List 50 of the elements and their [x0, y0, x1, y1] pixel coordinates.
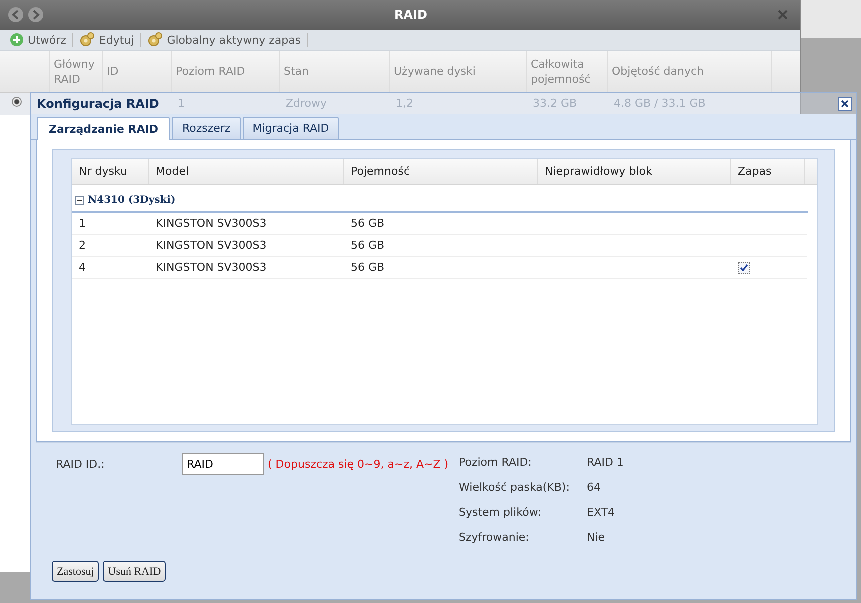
- column-header[interactable]: Pojemność: [344, 159, 538, 184]
- info-label: Poziom RAID:: [459, 456, 533, 469]
- column-header[interactable]: Nr dysku: [72, 159, 149, 184]
- table-cell-text: 56 GB: [350, 260, 386, 276]
- group-label: N4310 (3Dyski): [88, 195, 176, 206]
- collapse-icon[interactable]: [75, 196, 84, 205]
- info-label: Szyfrowanie:: [459, 531, 530, 544]
- table-cell-text: KINGSTON SV300S3: [155, 216, 268, 232]
- column-header[interactable]: Zapas: [731, 159, 805, 184]
- table-cell-text: 1: [78, 216, 87, 232]
- radio-button[interactable]: [12, 97, 22, 107]
- table-cell-text: KINGSTON SV300S3: [155, 260, 268, 276]
- tab[interactable]: Zarządzanie RAID: [37, 117, 170, 140]
- add-icon: [10, 33, 24, 47]
- table-cell-text: 1,2: [395, 96, 414, 112]
- field-label: RAID ID.:: [56, 458, 106, 470]
- input-hint: ( Dopuszcza się 0~9, a~z, A~Z ): [268, 458, 449, 470]
- table-cell-text: 56 GB: [350, 238, 386, 254]
- info-value: EXT4: [587, 506, 616, 519]
- toolbar-button[interactable]: Utwórz: [8, 33, 68, 47]
- tab[interactable]: Migracja RAID: [242, 117, 340, 139]
- back-icon[interactable]: [8, 7, 24, 23]
- info-value: 64: [587, 481, 601, 494]
- table-cell-text: Zdrowy: [285, 96, 328, 112]
- toolbar-button[interactable]: Edytuj: [77, 32, 136, 48]
- table-cell-text: 56 GB: [350, 216, 386, 232]
- column-header[interactable]: Model: [149, 159, 344, 184]
- toolbar-button[interactable]: Globalny aktywny zapas: [145, 32, 304, 48]
- table-cell-text: 4.8 GB / 33.1 GB: [613, 96, 707, 112]
- dialog-title: Konfiguracja RAID: [37, 96, 160, 110]
- window-title: RAID: [394, 8, 428, 22]
- table-cell-text: 4: [78, 260, 87, 276]
- table-cell-text: 2: [78, 238, 87, 254]
- forward-icon[interactable]: [28, 7, 44, 23]
- table-cell-text: KINGSTON SV300S3: [155, 238, 268, 254]
- close-icon[interactable]: [838, 96, 852, 110]
- gear-icon: [147, 32, 164, 48]
- column-header[interactable]: Nieprawidłowy blok: [538, 159, 731, 184]
- info-value: Nie: [587, 531, 606, 544]
- info-label: System plików:: [459, 506, 542, 519]
- checkbox[interactable]: [738, 262, 750, 274]
- raid-id-field[interactable]: RAID: [182, 453, 264, 475]
- dialog-button[interactable]: Zastosuj: [52, 561, 100, 582]
- tab[interactable]: Rozszerz: [172, 117, 241, 139]
- info-value: RAID 1: [587, 456, 624, 469]
- table-cell-text: 1: [177, 96, 186, 112]
- table-cell-text: 33.2 GB: [532, 96, 578, 112]
- dialog-button[interactable]: Usuń RAID: [103, 561, 166, 582]
- gear-icon: [79, 32, 96, 48]
- info-label: Wielkość paska(KB):: [459, 481, 571, 494]
